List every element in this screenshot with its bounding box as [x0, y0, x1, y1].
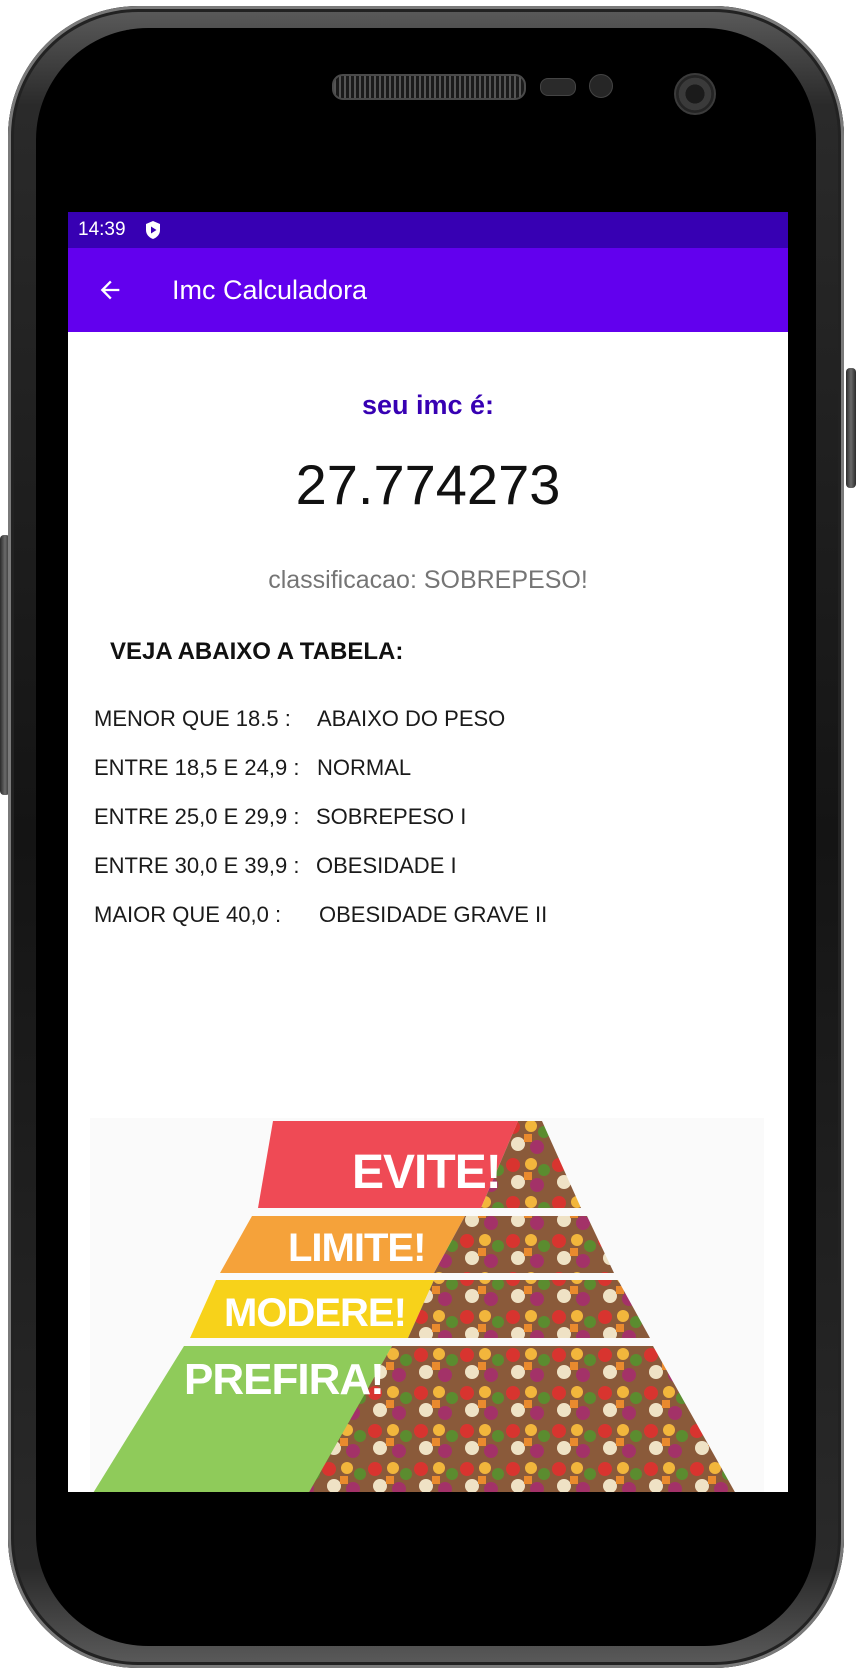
range-class: NORMAL — [317, 755, 412, 780]
app-title: Imc Calculadora — [172, 274, 368, 305]
shield-play-icon — [144, 220, 162, 240]
table-row: ENTRE 18,5 E 24,9 : NORMAL — [94, 755, 754, 804]
range-label: MENOR QUE 18.5 : — [94, 706, 291, 731]
pyramid-label-prefira: PREFIRA! — [184, 1355, 384, 1404]
app-bar: Imc Calculadora — [68, 248, 788, 332]
range-label: MAIOR QUE 40,0 : — [94, 902, 282, 927]
classification-text: classificacao: SOBREPESO! — [268, 566, 588, 594]
table-row: MAIOR QUE 40,0 : OBESIDADE GRAVE II — [94, 902, 754, 951]
range-label: ENTRE 25,0 E 29,9 : — [94, 804, 300, 829]
earpiece-speaker — [332, 74, 526, 100]
back-button[interactable] — [82, 262, 138, 318]
table-row: MENOR QUE 18.5 : ABAIXO DO PESO — [94, 706, 754, 755]
status-time: 14:39 — [78, 219, 126, 240]
proximity-sensor — [540, 78, 576, 96]
pyramid-label-evite: EVITE! — [352, 1146, 501, 1199]
power-button — [846, 368, 856, 488]
range-class: OBESIDADE I — [316, 853, 457, 878]
food-photo-limite — [434, 1216, 614, 1273]
food-photo-modere — [408, 1280, 650, 1338]
range-class: ABAIXO DO PESO — [317, 706, 506, 731]
arrow-back-icon — [100, 280, 120, 300]
table-row: ENTRE 30,0 E 39,9 : OBESIDADE I — [94, 853, 754, 902]
screen: 14:39 Imc Calculadora seu imc é: 27.7742… — [68, 212, 788, 1492]
table-row: ENTRE 25,0 E 29,9 : SOBREPESO I — [94, 804, 754, 853]
range-label: ENTRE 30,0 E 39,9 : — [94, 853, 300, 878]
range-class: SOBREPESO I — [316, 804, 467, 829]
imc-label: seu imc é: — [361, 390, 495, 420]
range-label: ENTRE 18,5 E 24,9 : — [94, 755, 300, 780]
table-title: VEJA ABAIXO A TABELA: — [110, 638, 404, 665]
food-pyramid-image: EVITE! LIMITE! MODERE! PREFIRA! — [90, 1118, 764, 1492]
pyramid-label-modere: MODERE! — [224, 1291, 406, 1335]
imc-value: 27.774273 — [295, 453, 561, 516]
imc-table: MENOR QUE 18.5 : ABAIXO DO PESO ENTRE 18… — [94, 706, 754, 951]
front-camera — [674, 73, 716, 115]
pyramid-label-limite: LIMITE! — [288, 1226, 425, 1270]
light-sensor — [589, 74, 613, 98]
device-frame: 14:39 Imc Calculadora seu imc é: 27.7742… — [0, 0, 856, 1676]
status-bar: 14:39 — [68, 212, 788, 248]
range-class: OBESIDADE GRAVE II — [319, 902, 548, 927]
